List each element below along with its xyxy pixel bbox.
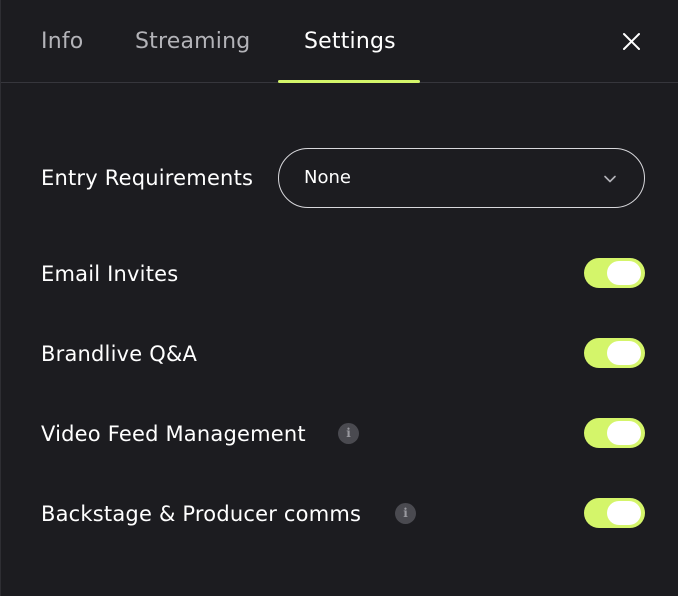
video-feed-management-toggle[interactable] (584, 418, 645, 448)
chevron-down-icon (604, 175, 616, 183)
tab-bar: Info Streaming Settings (1, 0, 678, 83)
entry-requirements-label: Entry Requirements (41, 166, 254, 190)
info-icon[interactable]: i (395, 503, 416, 524)
toggle-knob (607, 421, 641, 445)
entry-requirements-value: None (304, 167, 351, 188)
tab-streaming[interactable]: Streaming (135, 28, 250, 56)
info-icon[interactable]: i (338, 423, 359, 444)
toggle-knob (607, 341, 641, 365)
backstage-comms-label: Backstage & Producer comms (41, 502, 362, 526)
email-invites-label: Email Invites (41, 262, 179, 286)
close-icon (623, 33, 640, 50)
toggle-knob (607, 261, 641, 285)
toggle-knob (607, 501, 641, 525)
backstage-comms-toggle[interactable] (584, 498, 645, 528)
close-button[interactable] (618, 28, 646, 56)
tab-settings[interactable]: Settings (304, 28, 396, 56)
video-feed-management-label: Video Feed Management (41, 422, 306, 446)
tab-info[interactable]: Info (41, 28, 83, 56)
brandlive-qa-toggle[interactable] (584, 338, 645, 368)
brandlive-qa-label: Brandlive Q&A (41, 342, 198, 366)
email-invites-toggle[interactable] (584, 258, 645, 288)
entry-requirements-select[interactable]: None (278, 148, 645, 208)
active-tab-indicator (278, 80, 420, 83)
settings-panel: Info Streaming Settings Entry Requiremen… (0, 0, 678, 596)
